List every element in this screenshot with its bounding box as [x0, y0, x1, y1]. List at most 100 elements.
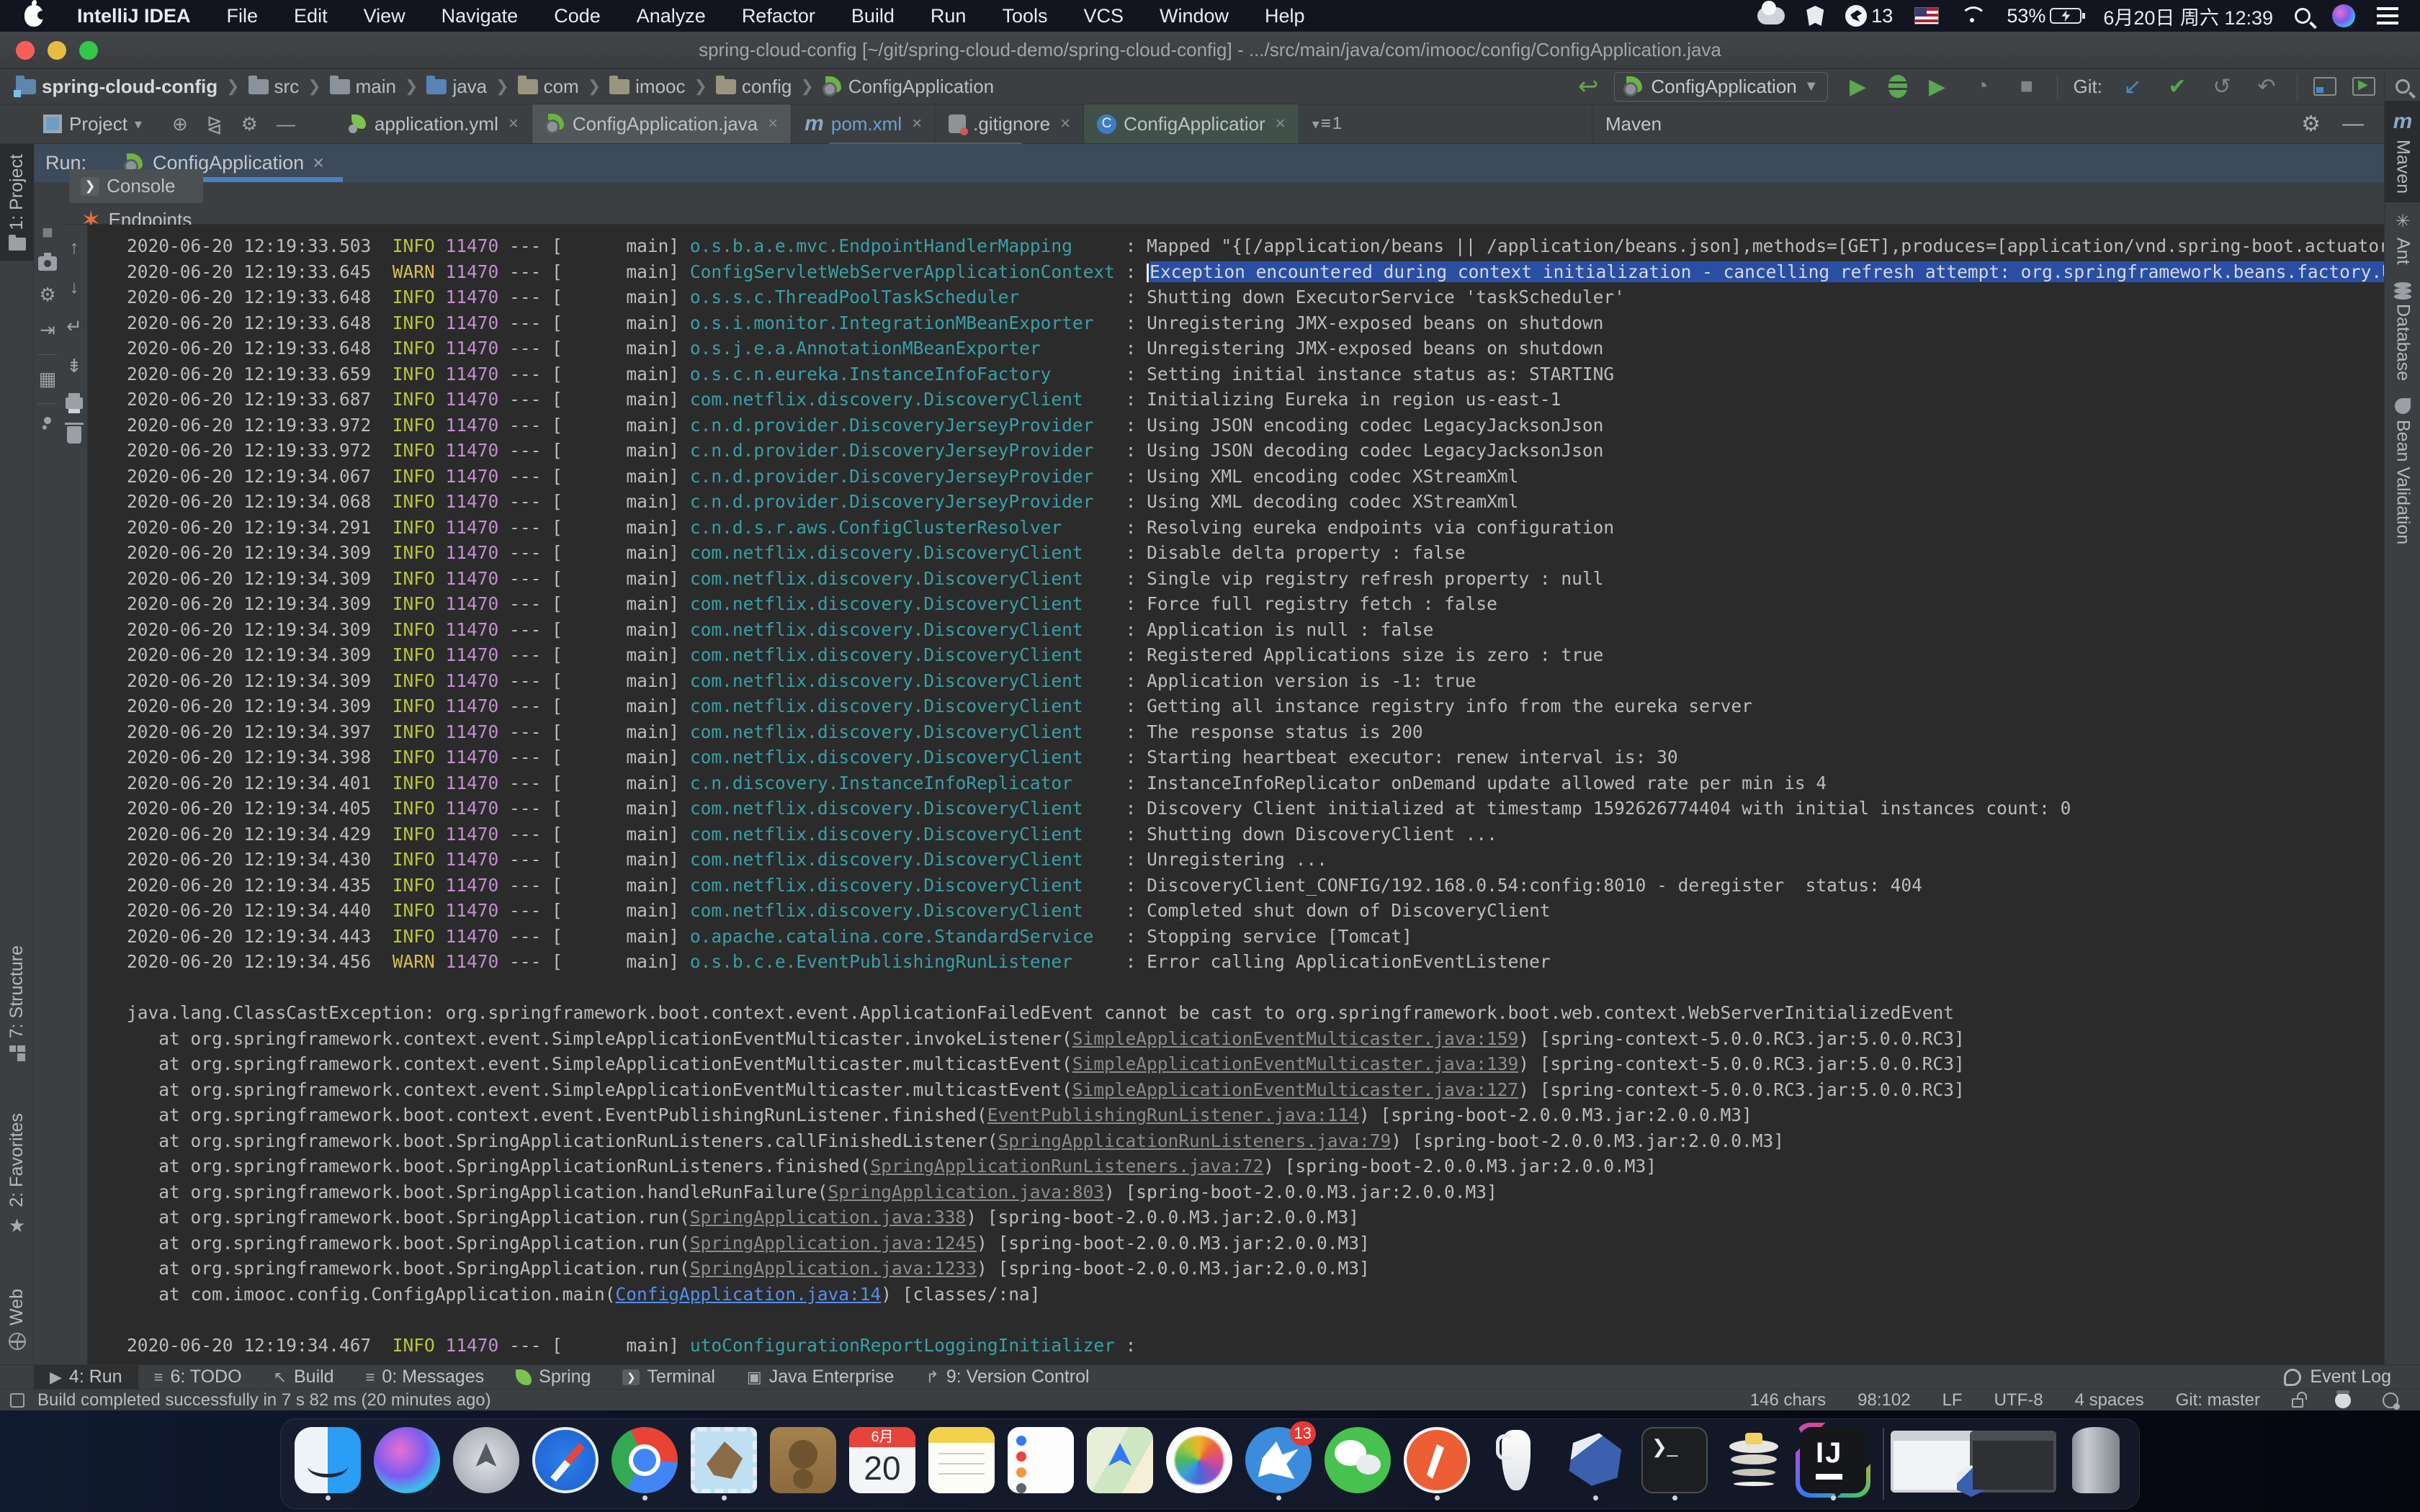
dock-item-launchpad[interactable] — [451, 1427, 521, 1500]
maven-hide-icon[interactable]: — — [2342, 112, 2364, 136]
stripe-button-7-structure[interactable]: 7: Structure — [0, 935, 34, 1071]
tool-window-button-java-enterprise[interactable]: ▣Java Enterprise — [731, 1365, 910, 1389]
dock-item-weibo[interactable]: 13 — [1243, 1427, 1314, 1500]
dock-item-contacts[interactable] — [768, 1427, 838, 1500]
close-icon[interactable]: × — [1060, 114, 1070, 134]
dock-item-terminal[interactable] — [1639, 1427, 1710, 1500]
status-segment-lf[interactable]: LF — [1942, 1390, 1963, 1410]
dock-item-siri[interactable] — [372, 1427, 442, 1500]
cloud-sync-icon[interactable] — [1757, 7, 1785, 24]
breadcrumb-item-main[interactable]: main — [327, 76, 399, 98]
menu-item-code[interactable]: Code — [536, 5, 619, 27]
stack-trace-link[interactable]: SimpleApplicationEventMulticaster.java:1… — [1072, 1053, 1519, 1074]
surge-icon[interactable] — [1806, 6, 1824, 26]
menu-item-vcs[interactable]: VCS — [1065, 5, 1142, 27]
menu-item-refactor[interactable]: Refactor — [724, 5, 833, 27]
menu-item-run[interactable]: Run — [913, 5, 985, 27]
battery-status[interactable]: 53% — [2007, 5, 2081, 27]
menu-item-help[interactable]: Help — [1247, 5, 1323, 27]
stack-trace-link[interactable]: SpringApplicationRunListeners.java:79 — [998, 1130, 1392, 1151]
stripe-button-ant[interactable]: ✳Ant — [2385, 202, 2420, 274]
soft-wrap-icon[interactable]: ↵ — [66, 315, 82, 338]
stripe-button-database[interactable]: Database — [2385, 274, 2420, 390]
wifi-icon[interactable] — [1960, 6, 1985, 25]
collapse-all-icon[interactable]: ⧎ — [207, 113, 223, 135]
print-icon[interactable] — [66, 397, 83, 409]
dock-item-intellij-idea[interactable] — [1798, 1427, 1868, 1500]
notification-center-icon[interactable] — [2377, 7, 2398, 24]
run-configuration-select[interactable]: ConfigApplication ▼ — [1614, 72, 1827, 102]
clear-console-icon[interactable] — [67, 426, 81, 444]
breadcrumb-item-configapplication[interactable]: ConfigApplication — [820, 76, 997, 98]
breadcrumb-item-java[interactable]: java — [424, 76, 490, 98]
tool-window-button-4-run[interactable]: ▶4: Run — [34, 1365, 138, 1389]
stripe-button-bean-validation[interactable]: Bean Validation — [2385, 390, 2420, 553]
attach-icon[interactable]: ⇥ — [40, 319, 55, 341]
dock-item-finder[interactable] — [292, 1427, 363, 1500]
spotlight-search-icon[interactable] — [2295, 8, 2311, 24]
menu-item-view[interactable]: View — [346, 5, 424, 27]
git-update-button[interactable]: ↙ — [2118, 74, 2147, 99]
pin-tab-icon[interactable] — [42, 415, 53, 426]
status-segment-utf-8[interactable]: UTF-8 — [1994, 1390, 2043, 1410]
scroll-to-end-icon[interactable]: ⇟ — [66, 355, 82, 377]
back-arrow-icon[interactable]: ↩ — [1578, 72, 1599, 101]
breadcrumb-item-imooc[interactable]: imooc — [606, 76, 688, 98]
dock-item-sequel-pro[interactable] — [1718, 1427, 1789, 1500]
project-structure-icon[interactable] — [2313, 77, 2336, 96]
thread-dump-icon[interactable] — [38, 256, 57, 271]
close-icon[interactable]: × — [768, 114, 778, 134]
editor-tab-gitignore[interactable]: .gitignore× — [936, 104, 1084, 143]
menu-item-analyze[interactable]: Analyze — [619, 5, 724, 27]
run-button[interactable]: ▶ — [1844, 74, 1873, 99]
stack-trace-link[interactable]: SpringApplication.java:1233 — [690, 1258, 977, 1279]
tool-window-button-spring[interactable]: Spring — [500, 1365, 606, 1389]
siri-icon[interactable] — [2332, 4, 2355, 27]
close-icon[interactable]: × — [313, 152, 324, 174]
stack-trace-link[interactable]: SpringApplication.java:803 — [828, 1182, 1105, 1202]
menu-item-build[interactable]: Build — [833, 5, 913, 27]
menu-item-tools[interactable]: Tools — [984, 5, 1065, 27]
event-log-button[interactable]: Event Log — [2284, 1367, 2420, 1387]
maven-panel-header[interactable]: Maven ⚙ — — [1592, 104, 2420, 143]
stack-trace-link[interactable]: EventPublishingRunListener.java:114 — [987, 1104, 1359, 1125]
breadcrumb-item-spring-cloud-config[interactable]: spring-cloud-config — [13, 76, 220, 98]
dock-item-vase-app[interactable] — [1481, 1427, 1551, 1500]
menu-item-navigate[interactable]: Navigate — [424, 5, 537, 27]
status-segment-146-chars[interactable]: 146 chars — [1750, 1390, 1826, 1410]
git-history-button[interactable]: ↺ — [2208, 74, 2236, 99]
git-rollback-button[interactable]: ↶ — [2252, 74, 2281, 99]
stack-trace-link[interactable]: ConfigApplication.java:14 — [616, 1284, 882, 1305]
status-segment-4-spaces[interactable]: 4 spaces — [2075, 1390, 2144, 1410]
dock-item-reminders[interactable] — [1005, 1427, 1076, 1500]
stack-trace-link[interactable]: SpringApplication.java:1245 — [690, 1233, 977, 1254]
dock-item-maps[interactable] — [1085, 1427, 1155, 1500]
stripe-button-2-favorites[interactable]: 2: Favorites★ — [0, 1103, 34, 1247]
status-segment-98-102[interactable]: 98:102 — [1857, 1390, 1910, 1410]
close-icon[interactable]: × — [508, 114, 519, 134]
breadcrumb-item-config[interactable]: config — [713, 76, 794, 98]
stripe-button-web[interactable]: Web — [0, 1279, 34, 1360]
tool-window-button-0-messages[interactable]: ≡0: Messages — [350, 1365, 501, 1389]
coverage-icon[interactable]: ⚙ — [39, 284, 55, 306]
dock-item-wechat[interactable] — [1322, 1427, 1393, 1500]
hidden-tabs-button[interactable]: ▾≡1 — [1299, 104, 1355, 143]
dock-item-trash[interactable] — [2057, 1427, 2128, 1500]
close-icon[interactable]: × — [1276, 114, 1286, 134]
apple-menu-icon[interactable] — [24, 5, 43, 27]
close-icon[interactable]: × — [912, 114, 922, 134]
restore-layout-icon[interactable]: ▦ — [39, 368, 57, 390]
status-segment-git-master[interactable]: Git: master — [2176, 1390, 2260, 1410]
tab-console[interactable]: ❯Console — [69, 169, 203, 203]
dock-item-mail[interactable] — [689, 1427, 759, 1500]
down-stack-trace-icon[interactable]: ↓ — [70, 276, 79, 298]
project-settings-gear-icon[interactable]: ⚙ — [241, 113, 258, 135]
dock-item-minimized-window-2[interactable] — [1978, 1428, 2048, 1500]
menu-item-app[interactable]: IntelliJ IDEA — [59, 5, 209, 27]
dock-item-chrome[interactable] — [609, 1427, 680, 1500]
stop-icon[interactable]: ■ — [42, 221, 53, 243]
run-anything-icon[interactable] — [2352, 77, 2375, 96]
input-source-flag-icon[interactable] — [1914, 7, 1939, 24]
editor-tab-application-yml[interactable]: application.yml× — [336, 104, 532, 143]
editor-tab-configapplicatior[interactable]: CConfigApplicatior× — [1084, 104, 1299, 143]
